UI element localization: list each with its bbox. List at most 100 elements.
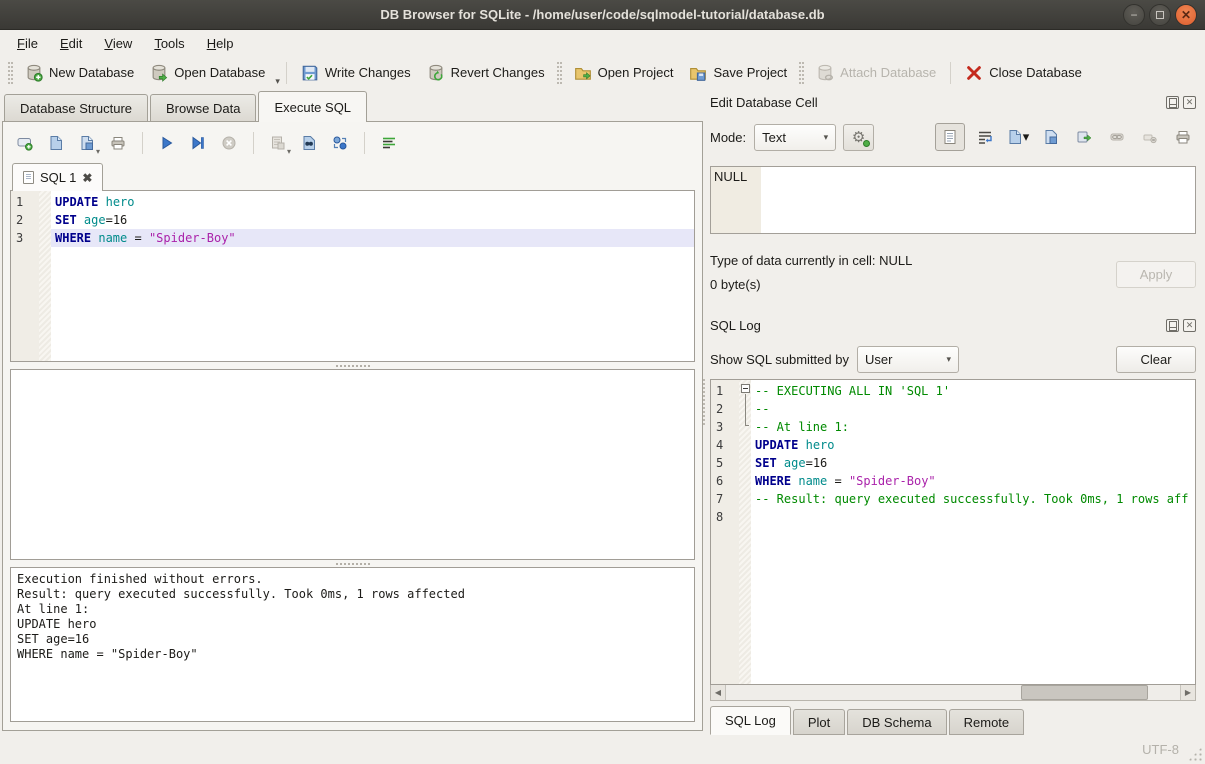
edit-cell-dock-controls: ✕ (1166, 96, 1196, 109)
float-panel-icon[interactable] (1166, 319, 1179, 332)
execution-log-line: At line 1: (17, 602, 688, 617)
titlebar[interactable]: DB Browser for SQLite - /home/user/code/… (0, 0, 1205, 30)
open-url-button[interactable] (1104, 124, 1130, 150)
write-changes-button[interactable]: Write Changes (293, 60, 419, 86)
code-line: SET age=16 (51, 211, 694, 229)
close-button[interactable]: ✕ (1175, 4, 1197, 26)
text-view-toggle-button[interactable] (935, 123, 965, 151)
menu-tools[interactable]: Tools (143, 33, 195, 54)
auto-apply-button[interactable]: ⚙ (843, 124, 874, 151)
close-panel-icon[interactable]: ✕ (1183, 96, 1196, 109)
find-button[interactable] (296, 131, 322, 155)
save-sql-dropdown-arrow[interactable]: ▾ (96, 147, 100, 156)
tab-execute-sql[interactable]: Execute SQL (258, 91, 367, 122)
line-number: 1 (711, 382, 739, 400)
new-database-button[interactable]: New Database (17, 60, 142, 86)
execute-all-button[interactable] (154, 131, 180, 155)
editor-text[interactable]: UPDATE hero SET age=16 WHERE name = "Spi… (51, 191, 694, 361)
open-sql-file-button[interactable] (43, 131, 69, 155)
execute-current-line-button[interactable] (185, 131, 211, 155)
menu-help[interactable]: Help (196, 33, 245, 54)
menu-edit[interactable]: Edit (49, 33, 93, 54)
line-number: 7 (711, 490, 739, 508)
revert-changes-button[interactable]: Revert Changes (419, 60, 553, 86)
mode-select[interactable]: Text ▾ (754, 124, 836, 151)
scroll-left-arrow[interactable]: ◀ (711, 685, 726, 700)
stop-execution-button[interactable] (216, 131, 242, 155)
format-sql-button[interactable] (376, 131, 402, 155)
log-code-line: SET age=16 (751, 454, 1195, 472)
tab-database-structure[interactable]: Database Structure (4, 94, 148, 121)
editor-results-splitter[interactable] (10, 362, 695, 369)
dock-tab-remote[interactable]: Remote (949, 709, 1025, 735)
dock-tab-plot[interactable]: Plot (793, 709, 845, 735)
close-database-button[interactable]: Close Database (957, 60, 1090, 86)
attach-database-button[interactable]: Attach Database (808, 60, 944, 86)
save-results-button[interactable]: ▾ (265, 131, 291, 155)
save-results-dropdown-arrow[interactable]: ▾ (287, 147, 291, 156)
clear-log-button[interactable]: Clear (1116, 346, 1196, 373)
scrollbar-track[interactable] (726, 685, 1180, 700)
import-data-button[interactable]: ▾ (1005, 124, 1031, 150)
sql-log-dock-controls: ✕ (1166, 319, 1196, 332)
database-attach-icon (816, 64, 834, 82)
line-number: 4 (711, 436, 739, 454)
dock-tab-sql-log[interactable]: SQL Log (710, 706, 791, 735)
log-horizontal-scrollbar[interactable]: ◀ ▶ (710, 685, 1196, 701)
submitted-by-select[interactable]: User ▾ (857, 346, 959, 373)
log-text[interactable]: -- EXECUTING ALL IN 'SQL 1' -- -- At lin… (751, 380, 1195, 684)
app-window: DB Browser for SQLite - /home/user/code/… (0, 0, 1205, 764)
toolbar-separator (286, 62, 287, 84)
float-panel-icon[interactable] (1166, 96, 1179, 109)
word-wrap-button[interactable] (972, 124, 998, 150)
apply-button[interactable]: Apply (1116, 261, 1196, 288)
fold-marker-collapse[interactable] (739, 380, 752, 398)
panel-splitter-handle[interactable] (703, 379, 708, 425)
sql-tab-close-icon[interactable]: ✖ (82, 171, 92, 185)
menu-view[interactable]: View (93, 33, 143, 54)
resize-grip[interactable] (1188, 747, 1202, 761)
execution-status-log[interactable]: Execution finished without errors. Resul… (10, 567, 695, 722)
print-cell-button[interactable] (1170, 124, 1196, 150)
save-project-button[interactable]: Save Project (681, 60, 795, 86)
mode-label: Mode: (710, 130, 746, 145)
tab-browse-data[interactable]: Browse Data (150, 94, 256, 121)
open-database-button[interactable]: Open Database (142, 60, 273, 86)
find-replace-button[interactable] (327, 131, 353, 155)
close-panel-icon[interactable]: ✕ (1183, 319, 1196, 332)
sql-log-title: SQL Log (710, 318, 1166, 333)
scrollbar-thumb[interactable] (1021, 685, 1148, 700)
cell-value: NULL (714, 169, 747, 184)
encoding-indicator[interactable]: UTF-8 (1142, 742, 1179, 757)
results-log-splitter[interactable] (10, 560, 695, 567)
right-panel: Edit Database Cell ✕ Mode: Text ▾ ⚙ (703, 89, 1205, 735)
set-null-button[interactable] (1137, 124, 1163, 150)
open-sql-tab-button[interactable] (12, 131, 38, 155)
toolbar-drag-handle[interactable] (8, 62, 13, 84)
sql-log-viewer[interactable]: 1 2 3 4 5 6 7 8 -- EX (710, 379, 1196, 685)
import-dropdown-arrow[interactable]: ▾ (1023, 129, 1030, 145)
maximize-button[interactable] (1149, 4, 1171, 26)
save-sql-file-button[interactable]: ▾ (74, 131, 100, 155)
results-pane[interactable] (10, 369, 695, 560)
scroll-right-arrow[interactable]: ▶ (1180, 685, 1195, 700)
toolbar-drag-handle[interactable] (799, 62, 804, 84)
sql-1-tab[interactable]: SQL 1 ✖ (12, 163, 103, 191)
minimize-button[interactable]: − (1123, 4, 1145, 26)
sql-editor[interactable]: 1 2 3 UPDATE hero SET age=16 WHERE name … (10, 190, 695, 362)
export-data-button[interactable] (1038, 124, 1064, 150)
sql-toolbar: ▾ (10, 129, 695, 161)
menu-file[interactable]: File (6, 33, 49, 54)
sql-log-area: 1 2 3 4 5 6 7 8 -- EX (711, 380, 1195, 684)
open-database-dropdown-arrow[interactable]: ▾ (275, 76, 280, 89)
sql-toolbar-separator (142, 132, 143, 154)
main-area: Database Structure Browse Data Execute S… (0, 89, 1205, 735)
print-sql-button[interactable] (105, 131, 131, 155)
toolbar-drag-handle[interactable] (557, 62, 562, 84)
cell-value-editor[interactable]: NULL (710, 166, 1196, 234)
set-null-icon (1142, 129, 1158, 145)
apply-to-cell-button[interactable] (1071, 124, 1097, 150)
main-tab-bar: Database Structure Browse Data Execute S… (2, 89, 703, 121)
open-project-button[interactable]: Open Project (566, 60, 682, 86)
dock-tab-db-schema[interactable]: DB Schema (847, 709, 946, 735)
